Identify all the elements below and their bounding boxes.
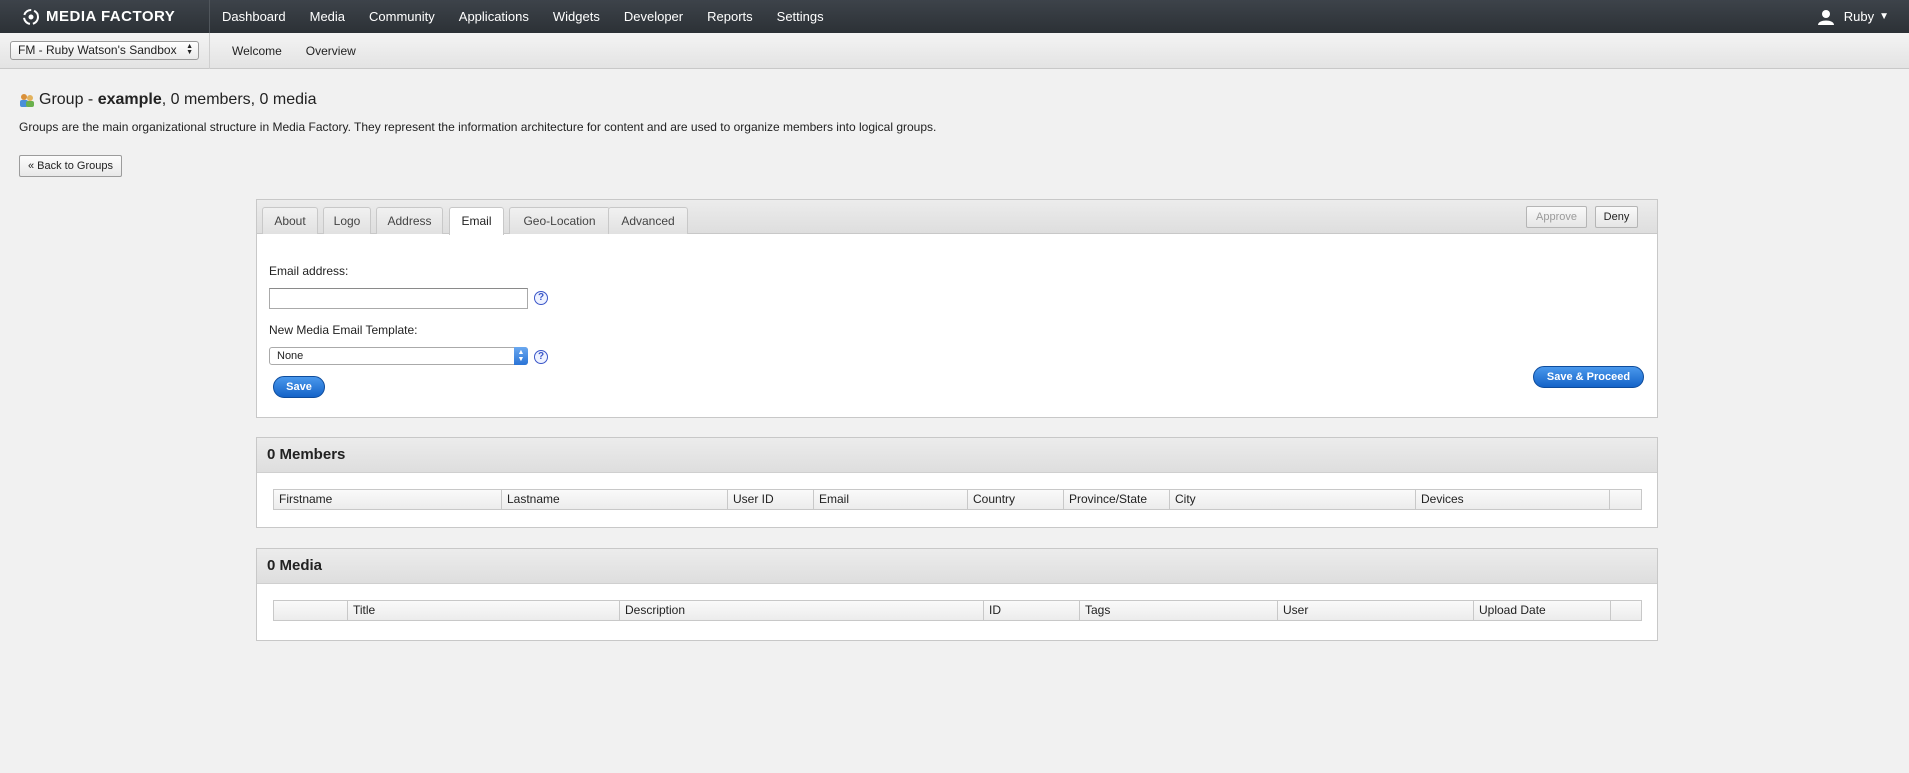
tab-advanced[interactable]: Advanced: [608, 207, 688, 234]
column-header[interactable]: City: [1170, 490, 1416, 509]
title-prefix: Group -: [39, 91, 98, 108]
title-suffix: , 0 members, 0 media: [161, 91, 317, 108]
tab-address[interactable]: Address: [376, 207, 443, 234]
email-address-label: Email address:: [269, 264, 349, 278]
user-menu[interactable]: Ruby ▼: [1817, 0, 1889, 33]
email-template-value: None: [277, 350, 304, 362]
column-header: [1611, 601, 1641, 620]
nav-item-media[interactable]: Media: [298, 0, 357, 33]
column-header[interactable]: Country: [968, 490, 1064, 509]
members-panel: 0 Members Firstname Lastname User ID Ema…: [256, 437, 1658, 528]
members-heading: 0 Members: [257, 438, 1657, 473]
nav-item-settings[interactable]: Settings: [765, 0, 836, 33]
email-help-icon[interactable]: ?: [534, 291, 548, 305]
nav-item-widgets[interactable]: Widgets: [541, 0, 612, 33]
nav-item-applications[interactable]: Applications: [447, 0, 541, 33]
column-header[interactable]: ID: [984, 601, 1080, 620]
email-template-select[interactable]: None ▲ ▼: [269, 347, 528, 365]
approve-button[interactable]: Approve: [1526, 206, 1587, 228]
page-description: Groups are the main organizational struc…: [19, 120, 937, 134]
deny-button[interactable]: Deny: [1595, 206, 1638, 228]
template-help-icon[interactable]: ?: [534, 350, 548, 364]
column-header[interactable]: Lastname: [502, 490, 728, 509]
group-tabs-panel: About Logo Address Email Geo-Location Ad…: [256, 199, 1658, 418]
top-nav-bar: MEDIA FACTORY Dashboard Media Community …: [0, 0, 1909, 33]
media-table-header: Title Description ID Tags User Upload Da…: [273, 600, 1642, 621]
divider: [209, 32, 210, 69]
tab-geo-location[interactable]: Geo-Location: [509, 207, 610, 234]
logo-icon: [23, 8, 39, 25]
column-header[interactable]: Devices: [1416, 490, 1610, 509]
email-template-label: New Media Email Template:: [269, 323, 418, 337]
sub-nav-bar: FM - Ruby Watson's Sandbox ▲ ▼ Welcome Ov…: [0, 32, 1909, 69]
select-arrows-icon: ▲ ▼: [514, 347, 528, 365]
nav-item-developer[interactable]: Developer: [612, 0, 695, 33]
save-button[interactable]: Save: [273, 376, 325, 398]
back-to-groups-button[interactable]: « Back to Groups: [19, 155, 122, 177]
user-name: Ruby: [1843, 9, 1875, 24]
tab-bar: About Logo Address Email Geo-Location Ad…: [257, 200, 1657, 235]
save-proceed-button[interactable]: Save & Proceed: [1533, 366, 1644, 388]
media-factory-logo[interactable]: MEDIA FACTORY: [0, 0, 210, 33]
nav-item-dashboard[interactable]: Dashboard: [210, 0, 298, 33]
sandbox-select[interactable]: FM - Ruby Watson's Sandbox ▲ ▼: [10, 41, 199, 60]
page-title: Group - example , 0 members, 0 media: [19, 91, 316, 109]
logo-text: MEDIA FACTORY: [46, 8, 176, 25]
column-header[interactable]: User: [1278, 601, 1474, 620]
sandbox-select-value: FM - Ruby Watson's Sandbox: [18, 43, 177, 57]
tab-about[interactable]: About: [262, 207, 318, 234]
media-panel: 0 Media Title Description ID Tags User U…: [256, 548, 1658, 641]
column-header[interactable]: Province/State: [1064, 490, 1170, 509]
media-heading: 0 Media: [257, 549, 1657, 584]
tab-email[interactable]: Email: [449, 207, 504, 235]
email-address-input[interactable]: [269, 288, 528, 309]
column-header[interactable]: Tags: [1080, 601, 1278, 620]
tab-logo[interactable]: Logo: [323, 207, 371, 234]
main-nav: Dashboard Media Community Applications W…: [210, 0, 836, 33]
column-header[interactable]: Title: [348, 601, 620, 620]
column-header[interactable]: User ID: [728, 490, 814, 509]
subnav-item-welcome[interactable]: Welcome: [220, 44, 294, 58]
column-header[interactable]: Upload Date: [1474, 601, 1611, 620]
group-icon: [20, 94, 34, 107]
group-name: example: [97, 91, 162, 108]
nav-item-reports[interactable]: Reports: [695, 0, 765, 33]
column-header: [274, 601, 348, 620]
column-header[interactable]: Email: [814, 490, 968, 509]
caret-down-icon: ▼: [1879, 11, 1889, 22]
subnav-item-overview[interactable]: Overview: [294, 44, 368, 58]
select-arrows-icon: ▲ ▼: [186, 43, 193, 56]
nav-item-community[interactable]: Community: [357, 0, 447, 33]
column-header: [1610, 490, 1641, 509]
column-header[interactable]: Description: [620, 601, 984, 620]
user-icon: [1817, 9, 1834, 25]
sub-nav: Welcome Overview: [220, 44, 368, 58]
members-table-header: Firstname Lastname User ID Email Country…: [273, 489, 1642, 510]
column-header[interactable]: Firstname: [274, 490, 502, 509]
